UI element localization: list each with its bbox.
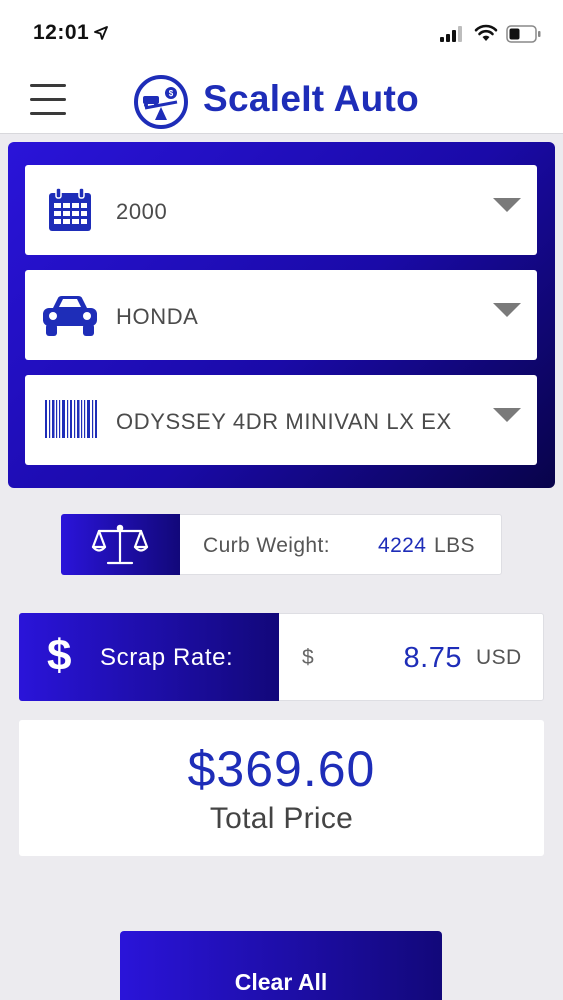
curb-weight-unit: LBS [434, 534, 475, 557]
make-dropdown[interactable]: HONDA [25, 270, 537, 360]
scrap-rate-label: Scrap Rate: [100, 644, 234, 671]
make-dropdown-arrow-icon[interactable] [493, 303, 521, 317]
scrap-rate-input[interactable] [350, 638, 462, 678]
scrap-rate-unit: USD [476, 646, 522, 669]
curb-weight-icon-block [61, 514, 180, 575]
hamburger-menu-icon[interactable] [30, 83, 68, 117]
total-price-card: $369.60 Total Price [19, 720, 544, 856]
app-header: $ ScaleIt Auto [0, 66, 563, 134]
scrap-rate-row: $ Scrap Rate: $ USD [19, 613, 544, 701]
wifi-icon [474, 24, 498, 41]
status-bar: 12:01 [0, 0, 563, 66]
model-dropdown-arrow-icon[interactable] [493, 408, 521, 422]
app-title: ScaleIt Auto [203, 78, 420, 119]
curb-weight-display: Curb Weight: 4224 LBS [61, 514, 502, 575]
model-dropdown[interactable]: ODYSSEY 4DR MINIVAN LX EX [25, 375, 537, 465]
scrap-rate-label-block: $ Scrap Rate: [19, 613, 279, 701]
svg-text:$: $ [169, 89, 174, 98]
total-price-label: Total Price [209, 802, 354, 835]
total-price-amount: $369.60 [187, 741, 376, 797]
year-dropdown-arrow-icon[interactable] [493, 198, 521, 212]
make-value: HONDA [116, 304, 199, 329]
model-value: ODYSSEY 4DR MINIVAN LX EX [116, 409, 452, 434]
barcode-icon [45, 400, 97, 438]
status-time: 12:01 [33, 21, 90, 44]
balance-scale-icon [91, 524, 149, 565]
calendar-icon [49, 187, 91, 231]
scrap-rate-currency-symbol: $ [302, 646, 314, 669]
location-arrow-icon [94, 26, 108, 40]
car-icon [43, 296, 97, 336]
year-value: 2000 [116, 199, 168, 224]
vehicle-selector-panel: 2000 HONDA ODYSSEY 4DR MINIVAN LX EX [8, 142, 555, 488]
curb-weight-value: 4224 [378, 534, 427, 557]
clear-all-button[interactable]: Clear All [120, 931, 442, 1000]
year-dropdown[interactable]: 2000 [25, 165, 537, 255]
battery-icon [506, 25, 541, 43]
dollar-icon: $ [47, 631, 72, 680]
app-logo-icon: $ [134, 75, 188, 129]
curb-weight-label: Curb Weight: [203, 534, 330, 557]
cellular-signal-icon [440, 26, 462, 42]
